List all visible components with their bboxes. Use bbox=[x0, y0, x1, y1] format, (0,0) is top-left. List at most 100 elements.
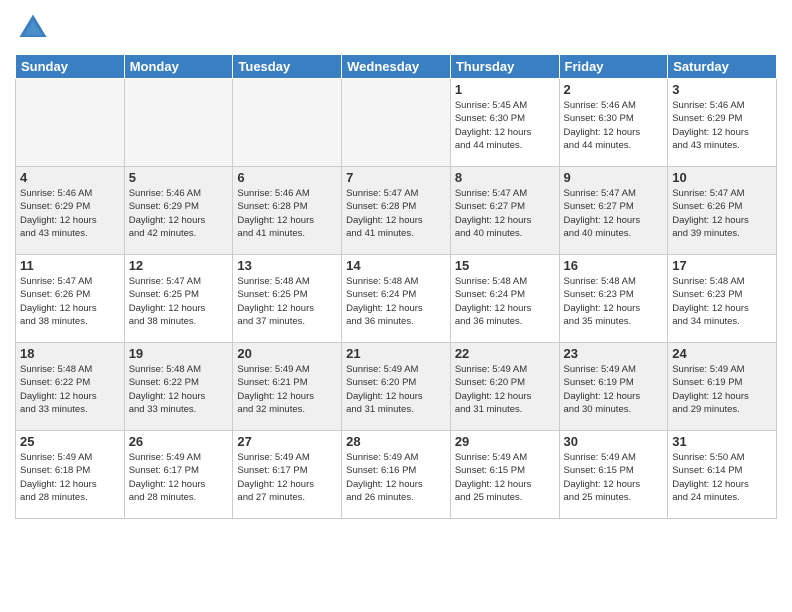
day-info: Sunrise: 5:45 AMSunset: 6:30 PMDaylight:… bbox=[455, 99, 555, 152]
calendar-table: SundayMondayTuesdayWednesdayThursdayFrid… bbox=[15, 54, 777, 519]
calendar-cell bbox=[124, 79, 233, 167]
calendar-cell: 31 Sunrise: 5:50 AMSunset: 6:14 PMDayligh… bbox=[668, 431, 777, 519]
calendar-cell: 1 Sunrise: 5:45 AMSunset: 6:30 PMDaylight… bbox=[450, 79, 559, 167]
day-number: 16 bbox=[564, 258, 664, 273]
calendar-cell: 22 Sunrise: 5:49 AMSunset: 6:20 PMDayligh… bbox=[450, 343, 559, 431]
calendar-cell: 9 Sunrise: 5:47 AMSunset: 6:27 PMDaylight… bbox=[559, 167, 668, 255]
calendar-cell: 5Sunrise: 5:46 AMSunset: 6:29 PMDaylight… bbox=[124, 167, 233, 255]
calendar-week-row: 25 Sunrise: 5:49 AMSunset: 6:18 PMDayligh… bbox=[16, 431, 777, 519]
day-number: 3 bbox=[672, 82, 772, 97]
calendar-cell: 26 Sunrise: 5:49 AMSunset: 6:17 PMDayligh… bbox=[124, 431, 233, 519]
day-info: Sunrise: 5:47 AMSunset: 6:27 PMDaylight:… bbox=[455, 187, 555, 240]
day-number: 11 bbox=[20, 258, 120, 273]
day-number: 4 bbox=[20, 170, 120, 185]
day-info: Sunrise: 5:46 AMSunset: 6:30 PMDaylight:… bbox=[564, 99, 664, 152]
calendar-cell: 10 Sunrise: 5:47 AMSunset: 6:26 PMDayligh… bbox=[668, 167, 777, 255]
day-number: 23 bbox=[564, 346, 664, 361]
day-info: Sunrise: 5:49 AMSunset: 6:16 PMDaylight:… bbox=[346, 451, 446, 504]
day-number: 21 bbox=[346, 346, 446, 361]
day-number: 8 bbox=[455, 170, 555, 185]
day-info: Sunrise: 5:48 AMSunset: 6:25 PMDaylight:… bbox=[237, 275, 337, 328]
day-number: 13 bbox=[237, 258, 337, 273]
calendar-cell: 17 Sunrise: 5:48 AMSunset: 6:23 PMDayligh… bbox=[668, 255, 777, 343]
calendar-cell: 27Sunrise: 5:49 AMSunset: 6:17 PMDayligh… bbox=[233, 431, 342, 519]
day-number: 27 bbox=[237, 434, 337, 449]
day-number: 17 bbox=[672, 258, 772, 273]
calendar-cell: 4 Sunrise: 5:46 AMSunset: 6:29 PMDaylight… bbox=[16, 167, 125, 255]
calendar-header-saturday: Saturday bbox=[668, 55, 777, 79]
calendar-cell: 3 Sunrise: 5:46 AMSunset: 6:29 PMDaylight… bbox=[668, 79, 777, 167]
day-info: Sunrise: 5:48 AMSunset: 6:23 PMDaylight:… bbox=[564, 275, 664, 328]
day-number: 24 bbox=[672, 346, 772, 361]
day-number: 2 bbox=[564, 82, 664, 97]
day-info: Sunrise: 5:49 AMSunset: 6:18 PMDaylight:… bbox=[20, 451, 120, 504]
calendar-header-tuesday: Tuesday bbox=[233, 55, 342, 79]
day-info: Sunrise: 5:48 AMSunset: 6:23 PMDaylight:… bbox=[672, 275, 772, 328]
day-info: Sunrise: 5:48 AMSunset: 6:22 PMDaylight:… bbox=[129, 363, 229, 416]
day-info: Sunrise: 5:49 AMSunset: 6:21 PMDaylight:… bbox=[237, 363, 337, 416]
calendar-cell bbox=[233, 79, 342, 167]
calendar-cell: 12Sunrise: 5:47 AMSunset: 6:25 PMDayligh… bbox=[124, 255, 233, 343]
day-number: 22 bbox=[455, 346, 555, 361]
calendar-cell: 19 Sunrise: 5:48 AMSunset: 6:22 PMDayligh… bbox=[124, 343, 233, 431]
calendar-cell: 14 Sunrise: 5:48 AMSunset: 6:24 PMDayligh… bbox=[342, 255, 451, 343]
day-info: Sunrise: 5:46 AMSunset: 6:28 PMDaylight:… bbox=[237, 187, 337, 240]
day-number: 6 bbox=[237, 170, 337, 185]
logo-icon bbox=[15, 10, 51, 46]
calendar-cell: 20Sunrise: 5:49 AMSunset: 6:21 PMDayligh… bbox=[233, 343, 342, 431]
calendar-header-row: SundayMondayTuesdayWednesdayThursdayFrid… bbox=[16, 55, 777, 79]
day-number: 15 bbox=[455, 258, 555, 273]
calendar-cell: 8 Sunrise: 5:47 AMSunset: 6:27 PMDaylight… bbox=[450, 167, 559, 255]
day-number: 7 bbox=[346, 170, 446, 185]
day-info: Sunrise: 5:47 AMSunset: 6:26 PMDaylight:… bbox=[672, 187, 772, 240]
day-number: 10 bbox=[672, 170, 772, 185]
calendar-cell: 30 Sunrise: 5:49 AMSunset: 6:15 PMDayligh… bbox=[559, 431, 668, 519]
day-info: Sunrise: 5:46 AMSunset: 6:29 PMDaylight:… bbox=[20, 187, 120, 240]
day-number: 26 bbox=[129, 434, 229, 449]
page-container: SundayMondayTuesdayWednesdayThursdayFrid… bbox=[0, 0, 792, 612]
day-info: Sunrise: 5:50 AMSunset: 6:14 PMDaylight:… bbox=[672, 451, 772, 504]
day-number: 28 bbox=[346, 434, 446, 449]
calendar-cell: 15Sunrise: 5:48 AMSunset: 6:24 PMDayligh… bbox=[450, 255, 559, 343]
calendar-cell: 29Sunrise: 5:49 AMSunset: 6:15 PMDayligh… bbox=[450, 431, 559, 519]
calendar-cell bbox=[16, 79, 125, 167]
day-info: Sunrise: 5:49 AMSunset: 6:20 PMDaylight:… bbox=[346, 363, 446, 416]
day-number: 19 bbox=[129, 346, 229, 361]
day-number: 14 bbox=[346, 258, 446, 273]
header bbox=[15, 10, 777, 46]
calendar-cell: 28 Sunrise: 5:49 AMSunset: 6:16 PMDayligh… bbox=[342, 431, 451, 519]
calendar-cell bbox=[342, 79, 451, 167]
day-number: 31 bbox=[672, 434, 772, 449]
day-number: 25 bbox=[20, 434, 120, 449]
calendar-cell: 7 Sunrise: 5:47 AMSunset: 6:28 PMDaylight… bbox=[342, 167, 451, 255]
calendar-cell: 23Sunrise: 5:49 AMSunset: 6:19 PMDayligh… bbox=[559, 343, 668, 431]
day-info: Sunrise: 5:46 AMSunset: 6:29 PMDaylight:… bbox=[129, 187, 229, 240]
calendar-cell: 2 Sunrise: 5:46 AMSunset: 6:30 PMDaylight… bbox=[559, 79, 668, 167]
calendar-cell: 11 Sunrise: 5:47 AMSunset: 6:26 PMDayligh… bbox=[16, 255, 125, 343]
logo bbox=[15, 10, 55, 46]
day-number: 30 bbox=[564, 434, 664, 449]
day-info: Sunrise: 5:46 AMSunset: 6:29 PMDaylight:… bbox=[672, 99, 772, 152]
day-number: 18 bbox=[20, 346, 120, 361]
calendar-cell: 24Sunrise: 5:49 AMSunset: 6:19 PMDayligh… bbox=[668, 343, 777, 431]
day-info: Sunrise: 5:49 AMSunset: 6:15 PMDaylight:… bbox=[564, 451, 664, 504]
day-info: Sunrise: 5:48 AMSunset: 6:24 PMDaylight:… bbox=[346, 275, 446, 328]
calendar-cell: 6 Sunrise: 5:46 AMSunset: 6:28 PMDaylight… bbox=[233, 167, 342, 255]
day-info: Sunrise: 5:47 AMSunset: 6:26 PMDaylight:… bbox=[20, 275, 120, 328]
day-info: Sunrise: 5:47 AMSunset: 6:27 PMDaylight:… bbox=[564, 187, 664, 240]
day-number: 9 bbox=[564, 170, 664, 185]
day-info: Sunrise: 5:49 AMSunset: 6:17 PMDaylight:… bbox=[129, 451, 229, 504]
calendar-header-sunday: Sunday bbox=[16, 55, 125, 79]
calendar-header-thursday: Thursday bbox=[450, 55, 559, 79]
day-info: Sunrise: 5:47 AMSunset: 6:28 PMDaylight:… bbox=[346, 187, 446, 240]
calendar-cell: 16 Sunrise: 5:48 AMSunset: 6:23 PMDayligh… bbox=[559, 255, 668, 343]
calendar-cell: 18Sunrise: 5:48 AMSunset: 6:22 PMDayligh… bbox=[16, 343, 125, 431]
day-info: Sunrise: 5:49 AMSunset: 6:15 PMDaylight:… bbox=[455, 451, 555, 504]
calendar-week-row: 11 Sunrise: 5:47 AMSunset: 6:26 PMDayligh… bbox=[16, 255, 777, 343]
day-info: Sunrise: 5:47 AMSunset: 6:25 PMDaylight:… bbox=[129, 275, 229, 328]
day-info: Sunrise: 5:49 AMSunset: 6:20 PMDaylight:… bbox=[455, 363, 555, 416]
day-number: 1 bbox=[455, 82, 555, 97]
calendar-header-friday: Friday bbox=[559, 55, 668, 79]
calendar-cell: 25 Sunrise: 5:49 AMSunset: 6:18 PMDayligh… bbox=[16, 431, 125, 519]
calendar-cell: 21 Sunrise: 5:49 AMSunset: 6:20 PMDayligh… bbox=[342, 343, 451, 431]
